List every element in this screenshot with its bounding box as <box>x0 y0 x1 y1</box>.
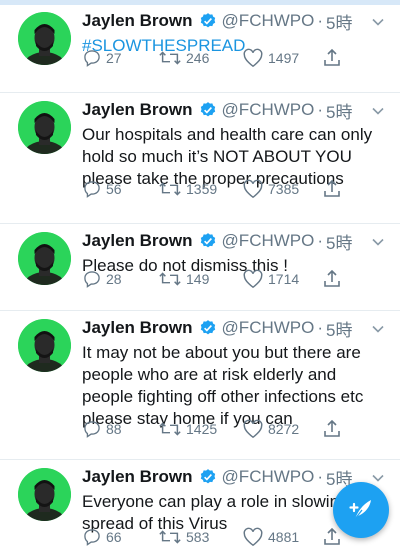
author-name[interactable]: Jaylen Brown <box>82 100 193 120</box>
chevron-down-icon[interactable] <box>370 103 386 119</box>
heart-icon <box>243 179 263 199</box>
like-button[interactable]: 1714 <box>242 269 299 289</box>
tweet[interactable]: Jaylen Brown @FCHWPO · 5時 Our hospitals … <box>0 93 400 224</box>
retweet-count: 246 <box>186 50 210 66</box>
separator: · <box>317 318 324 337</box>
reply-count: 27 <box>106 50 122 66</box>
retweet-count: 1359 <box>186 181 218 197</box>
like-count: 1714 <box>268 271 300 287</box>
retweet-button[interactable]: 149 <box>158 269 209 289</box>
heart-icon <box>243 269 263 289</box>
avatar[interactable] <box>18 12 71 65</box>
retweet-count: 583 <box>186 529 210 545</box>
reply-button[interactable]: 56 <box>82 179 122 199</box>
retweet-button[interactable]: 1425 <box>158 419 217 439</box>
author-name[interactable]: Jaylen Brown <box>82 467 193 487</box>
author-handle[interactable]: @FCHWPO <box>222 11 315 31</box>
heart-icon <box>243 48 263 68</box>
chevron-down-icon[interactable] <box>370 321 386 337</box>
separator: · <box>317 100 324 119</box>
tweet-time[interactable]: 5時 <box>326 9 352 34</box>
retweet-button[interactable]: 583 <box>158 527 209 547</box>
verified-badge-icon <box>199 319 217 337</box>
like-button[interactable]: 8272 <box>242 419 299 439</box>
avatar[interactable] <box>18 468 71 521</box>
like-count: 1497 <box>268 50 300 66</box>
reply-icon <box>84 421 100 438</box>
reply-button[interactable]: 27 <box>82 48 122 68</box>
author-handle[interactable]: @FCHWPO <box>222 231 315 251</box>
verified-badge-icon <box>199 12 217 30</box>
chevron-down-icon[interactable] <box>370 14 386 30</box>
share-icon <box>324 527 340 545</box>
author-handle[interactable]: @FCHWPO <box>222 100 315 120</box>
tweet[interactable]: Jaylen Brown @FCHWPO · 5時 #SLOWTHESPREAD… <box>0 4 400 93</box>
reply-count: 88 <box>106 421 122 437</box>
like-count: 4881 <box>268 529 300 545</box>
tweet[interactable]: Jaylen Brown @FCHWPO · 5時 Please do not … <box>0 224 400 311</box>
reply-icon <box>84 529 100 546</box>
author-name[interactable]: Jaylen Brown <box>82 318 193 338</box>
author-name[interactable]: Jaylen Brown <box>82 231 193 251</box>
retweet-count: 1425 <box>186 421 218 437</box>
retweet-icon <box>159 422 181 436</box>
author-handle[interactable]: @FCHWPO <box>222 318 315 338</box>
reply-icon <box>84 181 100 198</box>
like-button[interactable]: 4881 <box>242 527 299 547</box>
heart-icon <box>243 527 263 547</box>
tweet-time[interactable]: 5時 <box>326 316 352 341</box>
retweet-icon <box>159 272 181 286</box>
author-handle[interactable]: @FCHWPO <box>222 467 315 487</box>
tweet-time[interactable]: 5時 <box>326 229 352 254</box>
share-button[interactable] <box>322 48 346 68</box>
avatar[interactable] <box>18 232 71 285</box>
reply-count: 56 <box>106 181 122 197</box>
author-name[interactable]: Jaylen Brown <box>82 11 193 31</box>
share-icon <box>324 48 340 66</box>
heart-icon <box>243 419 263 439</box>
separator: · <box>317 231 324 250</box>
like-count: 8272 <box>268 421 300 437</box>
tweet-time[interactable]: 5時 <box>326 98 352 123</box>
like-button[interactable]: 7385 <box>242 179 299 199</box>
share-icon <box>324 269 340 287</box>
tweet-text[interactable]: It may not be about you but there are pe… <box>82 342 390 430</box>
reply-count: 28 <box>106 271 122 287</box>
reply-count: 66 <box>106 529 122 545</box>
reply-button[interactable]: 66 <box>82 527 122 547</box>
verified-badge-icon <box>199 468 217 486</box>
retweet-button[interactable]: 246 <box>158 48 209 68</box>
retweet-icon <box>159 182 181 196</box>
like-count: 7385 <box>268 181 300 197</box>
verified-badge-icon <box>199 232 217 250</box>
reply-icon <box>84 271 100 288</box>
retweet-icon <box>159 530 181 544</box>
reply-button[interactable]: 28 <box>82 269 122 289</box>
chevron-down-icon[interactable] <box>370 234 386 250</box>
retweet-button[interactable]: 1359 <box>158 179 217 199</box>
retweet-count: 149 <box>186 271 210 287</box>
compose-tweet-button[interactable] <box>333 482 389 538</box>
share-button[interactable] <box>322 419 346 439</box>
reply-icon <box>84 50 100 67</box>
tweet[interactable]: Jaylen Brown @FCHWPO · 5時 It may not be … <box>0 311 400 460</box>
avatar[interactable] <box>18 319 71 372</box>
share-icon <box>324 179 340 197</box>
share-button[interactable] <box>322 179 346 199</box>
separator: · <box>317 11 324 30</box>
like-button[interactable]: 1497 <box>242 48 299 68</box>
tweet-feed: Jaylen Brown @FCHWPO · 5時 #SLOWTHESPREAD… <box>0 4 400 556</box>
reply-button[interactable]: 88 <box>82 419 122 439</box>
share-button[interactable] <box>322 269 346 289</box>
share-icon <box>324 419 340 437</box>
avatar[interactable] <box>18 101 71 154</box>
retweet-icon <box>159 51 181 65</box>
separator: · <box>317 467 324 486</box>
verified-badge-icon <box>199 101 217 119</box>
feather-plus-icon <box>349 500 371 520</box>
